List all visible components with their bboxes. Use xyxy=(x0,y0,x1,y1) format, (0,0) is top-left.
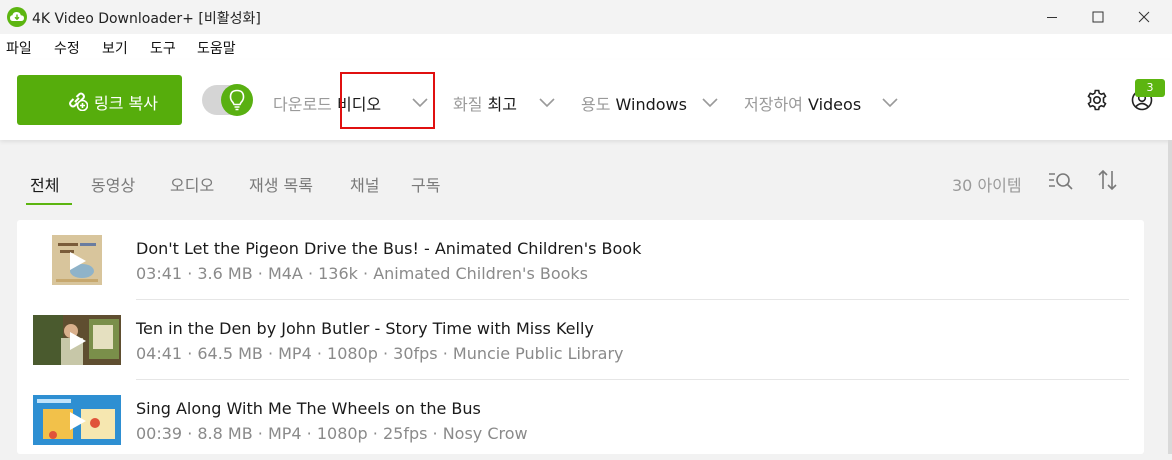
close-icon xyxy=(1138,11,1150,23)
active-tab-indicator xyxy=(26,203,72,205)
list-item[interactable]: Don't Let the Pigeon Drive the Bus! - An… xyxy=(17,220,1144,300)
link-add-icon xyxy=(69,92,88,111)
chevron-down-icon[interactable] xyxy=(881,96,899,108)
minimize-icon xyxy=(1047,17,1057,18)
save-to-option[interactable]: 저장하여 Videos xyxy=(744,91,861,115)
item-meta: 03:41 · 3.6 MB · M4A · 136k · Animated C… xyxy=(136,264,589,283)
toolbar: 링크 복사 다운로드 비디오 화질 최고 용도 Windows 저장하여 Vid… xyxy=(0,60,1172,140)
close-button[interactable] xyxy=(1120,0,1166,34)
tab-all[interactable]: 전체 xyxy=(30,172,59,196)
menu-tools[interactable]: 도구 xyxy=(150,38,176,58)
copy-link-label: 링크 복사 xyxy=(94,94,158,113)
item-title: Don't Let the Pigeon Drive the Bus! - An… xyxy=(136,239,642,258)
item-meta: 04:41 · 64.5 MB · MP4 · 1080p · 30fps · … xyxy=(136,344,624,363)
highlight-box xyxy=(340,72,435,129)
tab-audio[interactable]: 오디오 xyxy=(170,172,214,196)
list-item[interactable]: Ten in the Den by John Butler - Story Ti… xyxy=(17,300,1144,380)
menu-file[interactable]: 파일 xyxy=(6,38,32,58)
item-meta: 00:39 · 8.8 MB · MP4 · 1080p · 25fps · N… xyxy=(136,424,528,443)
tab-playlist[interactable]: 재생 목록 xyxy=(249,172,313,196)
lightbulb-icon xyxy=(229,89,245,111)
item-title: Sing Along With Me The Wheels on the Bus xyxy=(136,399,481,418)
target-value: Windows xyxy=(615,95,687,114)
menu-bar: 파일 수정 보기 도구 도움말 xyxy=(0,34,1172,60)
quality-option[interactable]: 화질 최고 xyxy=(453,91,517,115)
gear-icon[interactable] xyxy=(1086,89,1108,111)
list-item[interactable]: Sing Along With Me The Wheels on the Bus… xyxy=(17,380,1144,460)
download-label: 다운로드 xyxy=(273,95,332,114)
play-icon[interactable] xyxy=(69,411,87,431)
app-logo-icon xyxy=(7,7,27,27)
copy-link-button[interactable]: 링크 복사 xyxy=(17,75,182,125)
downloads-list: Don't Let the Pigeon Drive the Bus! - An… xyxy=(17,220,1144,454)
save-to-label: 저장하여 xyxy=(744,95,803,114)
quality-value: 최고 xyxy=(487,95,517,114)
minimize-button[interactable] xyxy=(1028,0,1074,34)
tab-channel[interactable]: 채널 xyxy=(350,172,379,196)
sort-icon[interactable] xyxy=(1096,168,1120,192)
item-count: 30 아이템 xyxy=(952,176,1022,195)
chevron-down-icon[interactable] xyxy=(701,96,719,108)
tab-subscriptions[interactable]: 구독 xyxy=(411,172,440,196)
menu-edit[interactable]: 수정 xyxy=(54,38,80,58)
target-option[interactable]: 용도 Windows xyxy=(581,91,687,115)
menu-view[interactable]: 보기 xyxy=(102,38,128,58)
maximize-button[interactable] xyxy=(1074,0,1120,34)
scrollbar[interactable] xyxy=(1168,140,1172,454)
chevron-down-icon[interactable] xyxy=(538,96,556,108)
save-to-value: Videos xyxy=(807,95,862,114)
quality-label: 화질 xyxy=(453,95,483,114)
sing-along-video-thumbnail xyxy=(33,395,121,445)
book-cover-thumbnail xyxy=(52,235,102,285)
menu-help[interactable]: 도움말 xyxy=(197,38,236,58)
storytime-video-thumbnail xyxy=(33,315,121,365)
search-filter-icon[interactable] xyxy=(1047,170,1075,192)
item-title: Ten in the Den by John Butler - Story Ti… xyxy=(136,319,594,338)
target-label: 용도 xyxy=(581,95,611,114)
smart-mode-knob[interactable] xyxy=(221,84,253,116)
title-bar: 4K Video Downloader+ [비활성화] xyxy=(0,0,1172,34)
tab-video[interactable]: 동영상 xyxy=(91,172,135,196)
window-title: 4K Video Downloader+ [비활성화] xyxy=(32,11,261,27)
notification-badge: 3 xyxy=(1135,79,1165,97)
play-icon[interactable] xyxy=(69,331,87,351)
play-icon[interactable] xyxy=(69,251,87,271)
maximize-icon xyxy=(1092,11,1104,23)
